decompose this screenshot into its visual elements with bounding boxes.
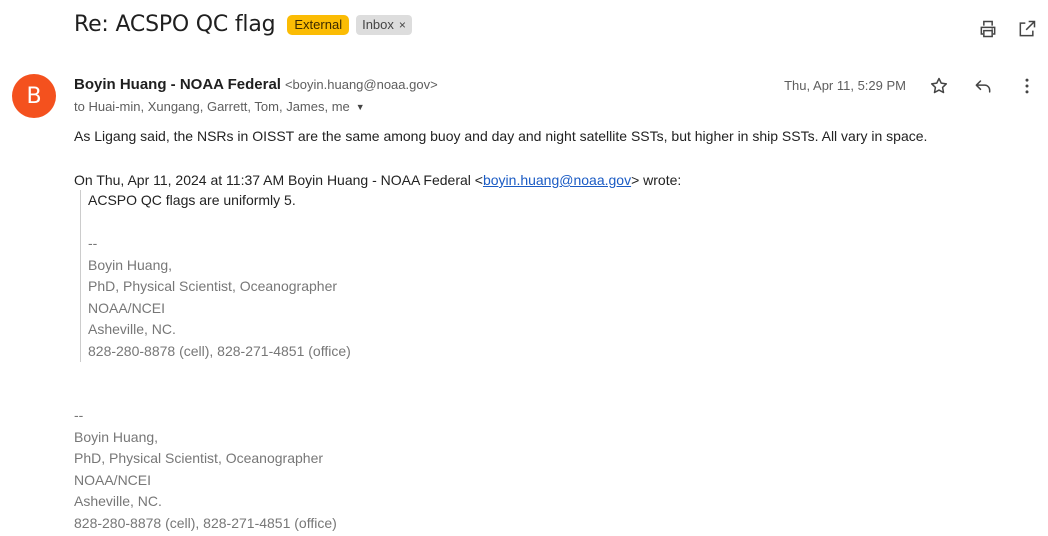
quote-header-suffix: > wrote: (631, 172, 682, 188)
signature: -- Boyin Huang, PhD, Physical Scientist,… (74, 405, 337, 534)
sig-org: NOAA/NCEI (74, 471, 152, 488)
sig-dashes: -- (74, 407, 84, 423)
reply-icon[interactable] (972, 75, 994, 97)
message-actions (906, 75, 1038, 97)
email-subject: Re: ACSPO QC flag (74, 12, 276, 37)
thread-actions (960, 18, 1038, 40)
quote-header: On Thu, Apr 11, 2024 at 11:37 AM Boyin H… (74, 172, 681, 188)
open-in-new-icon[interactable] (1016, 18, 1038, 40)
print-icon[interactable] (977, 18, 999, 40)
quoted-sig-dashes: -- (88, 235, 98, 251)
sender-name[interactable]: Boyin Huang - NOAA Federal (74, 76, 281, 93)
remove-label-icon[interactable]: × (399, 18, 406, 32)
external-badge: External (287, 14, 350, 35)
sig-title: PhD, Physical Scientist, Oceanographer (74, 450, 324, 466)
sender-email: <boyin.huang@noaa.gov> (284, 77, 438, 92)
inbox-label-chip[interactable]: Inbox × (356, 14, 412, 35)
message-date: Thu, Apr 11, 5:29 PM (784, 78, 906, 93)
quoted-sig-title: PhD, Physical Scientist, Oceanographer (88, 278, 338, 294)
recipients-row[interactable]: to Huai-min, Xungang, Garrett, Tom, Jame… (74, 99, 365, 114)
quoted-sig-city: Asheville, NC. (88, 321, 176, 337)
message-body: As Ligang said, the NSRs in OISST are th… (74, 128, 928, 144)
recipients-list: to Huai-min, Xungang, Garrett, Tom, Jame… (74, 99, 350, 114)
quoted-sig-org: NOAA/NCEI (88, 299, 166, 316)
avatar[interactable]: B (12, 74, 56, 118)
email-view: Re: ACSPO QC flag External Inbox × B Boy… (0, 0, 1048, 536)
quoted-body: ACSPO QC flags are uniformly 5. (88, 192, 296, 208)
sig-phone: 828-280-8878 (cell), 828-271-4851 (offic… (74, 514, 337, 531)
chevron-down-icon[interactable]: ▼ (356, 102, 365, 112)
more-vert-icon[interactable] (1016, 75, 1038, 97)
inbox-label: Inbox (362, 16, 394, 32)
sig-name: Boyin Huang, (74, 428, 159, 445)
quote-header-prefix: On Thu, Apr 11, 2024 at 11:37 AM Boyin H… (74, 172, 483, 188)
sig-city: Asheville, NC. (74, 493, 162, 509)
quoted-sig-phone: 828-280-8878 (cell), 828-271-4851 (offic… (88, 342, 351, 359)
subject-row: Re: ACSPO QC flag External Inbox × (74, 12, 412, 37)
star-icon[interactable] (928, 75, 950, 97)
sender-email-link[interactable]: boyin.huang@noaa.gov (483, 172, 631, 188)
sender-row: Boyin Huang - NOAA Federal <boyin.huang@… (74, 76, 438, 93)
quoted-sig-name: Boyin Huang, (88, 256, 173, 273)
quoted-message: ACSPO QC flags are uniformly 5. -- Boyin… (80, 190, 351, 362)
